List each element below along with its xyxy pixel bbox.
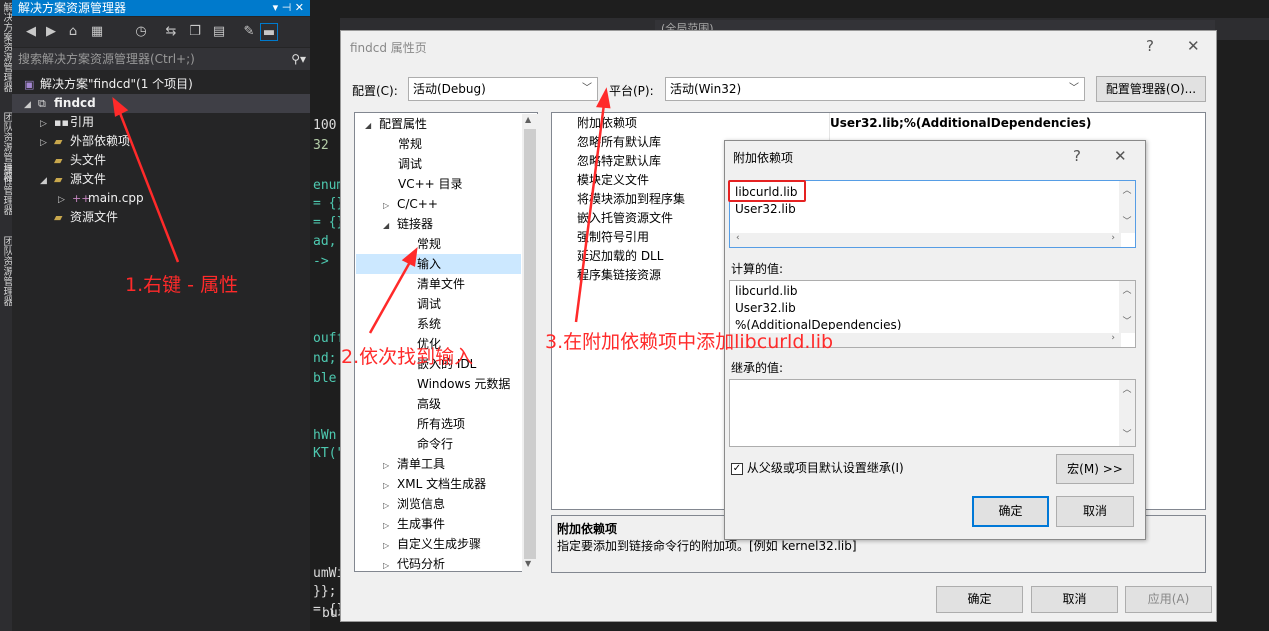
- annotation-arrows: [112, 87, 611, 334]
- annotation-step1: 1.右键 - 属性: [125, 274, 239, 296]
- annotation-step2: 2.依次找到输入: [341, 346, 474, 368]
- annotation-step3: 3.在附加依赖项中添加libcurld.lib: [545, 331, 834, 353]
